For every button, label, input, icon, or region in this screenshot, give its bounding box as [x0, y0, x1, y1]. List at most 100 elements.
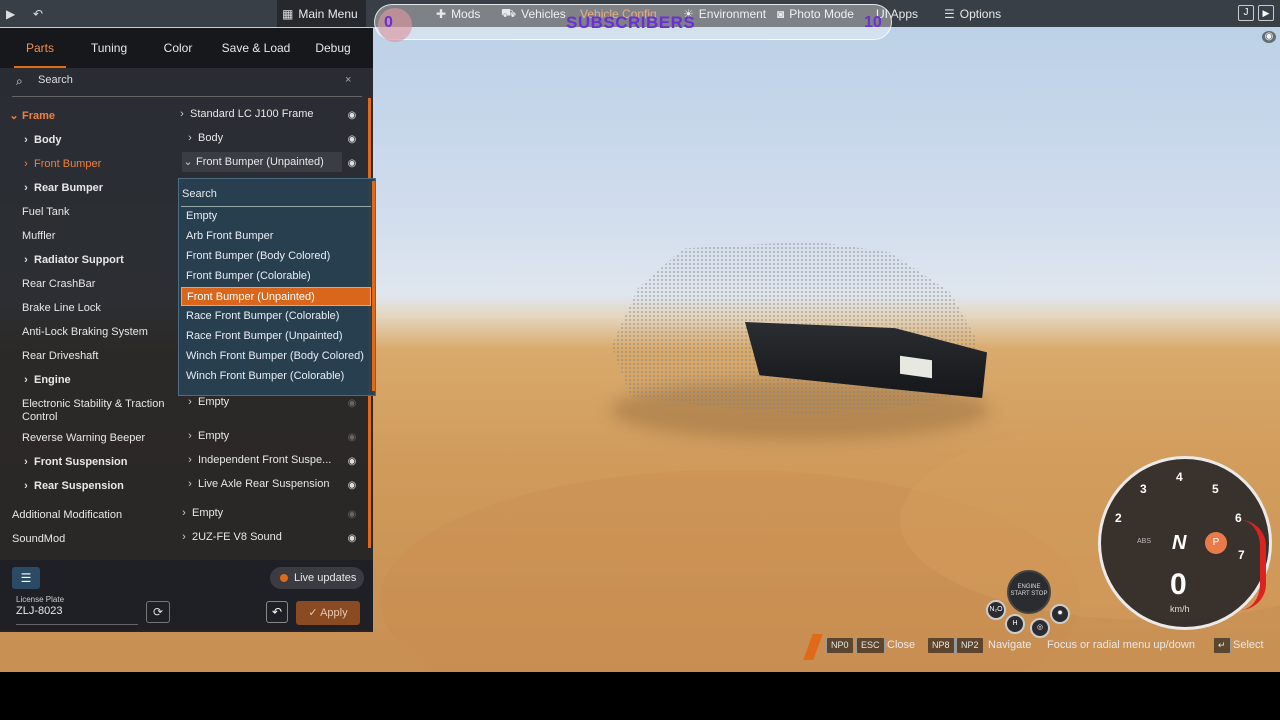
- part-select-front-bumper[interactable]: ⌄ Front Bumper (Unpainted): [182, 152, 342, 172]
- engine-start-button[interactable]: ENGINE START STOP: [1007, 570, 1051, 614]
- slot-label: Front Suspension: [34, 456, 128, 468]
- revert-button[interactable]: ↶: [266, 601, 288, 623]
- chevron-right-icon: ›: [188, 454, 192, 466]
- speed-value: 0: [1170, 568, 1187, 601]
- eye-icon[interactable]: ◉: [345, 394, 359, 414]
- grid-icon: ▦: [282, 6, 294, 21]
- chevron-right-icon: ›: [182, 507, 186, 519]
- slot-label: Front Bumper: [34, 158, 102, 170]
- park-indicator: P: [1205, 532, 1227, 554]
- config-tabs: Parts Tuning Color Save & Load Debug: [0, 28, 373, 68]
- j-key-icon[interactable]: J: [1238, 5, 1254, 21]
- slot-reverse-beeper[interactable]: Reverse Warning Beeper: [22, 428, 145, 448]
- slot-body[interactable]: › Body: [20, 130, 62, 150]
- part-select-frame[interactable]: › Standard LC J100 Frame: [176, 104, 366, 124]
- eye-icon[interactable]: ◉: [345, 106, 359, 126]
- gear-icon[interactable]: ✹: [1050, 604, 1070, 624]
- dropdown-option-selected[interactable]: Front Bumper (Unpainted): [181, 287, 371, 306]
- dropdown-option[interactable]: Winch Front Bumper (Body Colored): [181, 347, 371, 366]
- tab-parts[interactable]: Parts: [14, 28, 66, 68]
- close-icon[interactable]: ×: [345, 74, 351, 86]
- slot-radiator-support[interactable]: › Radiator Support: [20, 250, 124, 270]
- options-button[interactable]: ☰ Options: [944, 0, 1001, 27]
- search-input[interactable]: [38, 74, 328, 86]
- part-label: 2UZ-FE V8 Sound: [192, 531, 282, 543]
- part-select-reverse-beeper[interactable]: › Empty: [184, 426, 334, 446]
- slot-brake-line-lock[interactable]: Brake Line Lock: [22, 298, 101, 318]
- slot-esc[interactable]: Electronic Stability & Traction Control: [22, 398, 182, 423]
- chevron-right-icon: ›: [24, 480, 28, 492]
- rpm-tick: 7: [1238, 548, 1245, 562]
- hint-navigate[interactable]: Navigate: [988, 639, 1031, 651]
- slot-additional-modification[interactable]: Additional Modification: [12, 505, 122, 525]
- arrow-right-icon[interactable]: ▶: [1258, 5, 1274, 21]
- slot-front-bumper[interactable]: › Front Bumper: [20, 154, 101, 174]
- part-select-front-suspension[interactable]: › Independent Front Suspe...: [184, 450, 334, 470]
- apply-button[interactable]: ✓ Apply: [296, 601, 360, 625]
- slot-soundmod[interactable]: SoundMod: [12, 529, 65, 549]
- part-select-additional-modification[interactable]: › Empty: [178, 503, 328, 523]
- eye-icon[interactable]: ◉: [345, 130, 359, 150]
- undo-button[interactable]: ↶: [33, 0, 43, 27]
- dropdown-option[interactable]: Winch Front Bumper (Colorable): [181, 367, 371, 386]
- eye-icon[interactable]: ◉: [345, 529, 359, 549]
- list-icon[interactable]: ☰: [12, 567, 40, 589]
- chevron-right-icon: ›: [24, 134, 28, 146]
- dropdown-option[interactable]: Front Bumper (Colorable): [181, 267, 371, 286]
- hint-close[interactable]: Close: [887, 639, 915, 651]
- tab-tuning[interactable]: Tuning: [82, 28, 136, 68]
- dropdown-option[interactable]: Front Bumper (Body Colored): [181, 247, 371, 266]
- dropdown-option[interactable]: Empty: [181, 207, 371, 226]
- rpm-tick: 6: [1235, 511, 1242, 525]
- nitrous-icon[interactable]: N₂O: [986, 600, 1006, 620]
- slot-label: Rear Bumper: [34, 182, 104, 194]
- slot-label: Body: [34, 134, 62, 146]
- parts-search: ⌕ ×: [12, 69, 362, 97]
- slot-front-suspension[interactable]: › Front Suspension: [20, 452, 128, 472]
- license-plate-input[interactable]: ZLJ-8023: [16, 605, 138, 625]
- slot-frame[interactable]: ⌄ Frame: [8, 106, 55, 126]
- part-select-body[interactable]: › Body: [184, 128, 364, 148]
- play-button[interactable]: ▶: [6, 0, 15, 27]
- slot-abs[interactable]: Anti-Lock Braking System: [22, 322, 148, 342]
- chevron-right-icon: ›: [188, 132, 192, 144]
- dropdown-option[interactable]: Arb Front Bumper: [181, 227, 371, 246]
- refresh-icon[interactable]: ⟳: [146, 601, 170, 623]
- eye-icon[interactable]: ◉: [1262, 31, 1276, 43]
- slot-rear-crashbar[interactable]: Rear CrashBar: [22, 274, 95, 294]
- hazard-icon[interactable]: H: [1005, 614, 1025, 634]
- enter-key-icon: ↵: [1213, 637, 1231, 654]
- options-label: Options: [959, 6, 1002, 21]
- eye-icon[interactable]: ◉: [345, 428, 359, 448]
- slot-rear-bumper[interactable]: › Rear Bumper: [20, 178, 103, 198]
- part-label: Empty: [198, 430, 230, 442]
- tab-color[interactable]: Color: [153, 28, 203, 68]
- part-label: Live Axle Rear Suspension: [198, 478, 330, 490]
- main-menu-button[interactable]: ▦ Main Menu: [277, 0, 366, 27]
- hint-focus[interactable]: Focus or radial menu up/down: [1047, 639, 1195, 651]
- slot-muffler[interactable]: Muffler: [22, 226, 55, 246]
- hint-select[interactable]: Select: [1233, 639, 1264, 651]
- tab-save-load[interactable]: Save & Load: [218, 28, 294, 68]
- chevron-right-icon: ›: [24, 374, 28, 386]
- vehicle-config-panel: Parts Tuning Color Save & Load Debug ⌕ ×…: [0, 28, 376, 632]
- live-updates-toggle[interactable]: Live updates: [270, 567, 364, 589]
- dropdown-option[interactable]: Race Front Bumper (Colorable): [181, 307, 371, 326]
- slot-rear-driveshaft[interactable]: Rear Driveshaft: [22, 346, 98, 366]
- eye-icon[interactable]: ◉: [345, 452, 359, 472]
- part-select-soundmod[interactable]: › 2UZ-FE V8 Sound: [178, 527, 328, 547]
- part-label: Standard LC J100 Frame: [190, 108, 314, 120]
- slot-engine[interactable]: › Engine: [20, 370, 71, 390]
- check-icon: ✓: [308, 607, 321, 619]
- part-select-rear-suspension[interactable]: › Live Axle Rear Suspension: [184, 474, 334, 494]
- tab-debug[interactable]: Debug: [308, 28, 358, 68]
- dropdown-scrollbar[interactable]: [372, 181, 375, 391]
- dropdown-option[interactable]: Race Front Bumper (Unpainted): [181, 327, 371, 346]
- eye-icon[interactable]: ◉: [345, 476, 359, 496]
- slot-fuel-tank[interactable]: Fuel Tank: [22, 202, 70, 222]
- eye-icon[interactable]: ◉: [345, 154, 359, 174]
- dropdown-search-input[interactable]: Search: [181, 185, 371, 207]
- slot-label: Radiator Support: [34, 254, 124, 266]
- slot-rear-suspension[interactable]: › Rear Suspension: [20, 476, 124, 496]
- eye-icon[interactable]: ◉: [345, 505, 359, 525]
